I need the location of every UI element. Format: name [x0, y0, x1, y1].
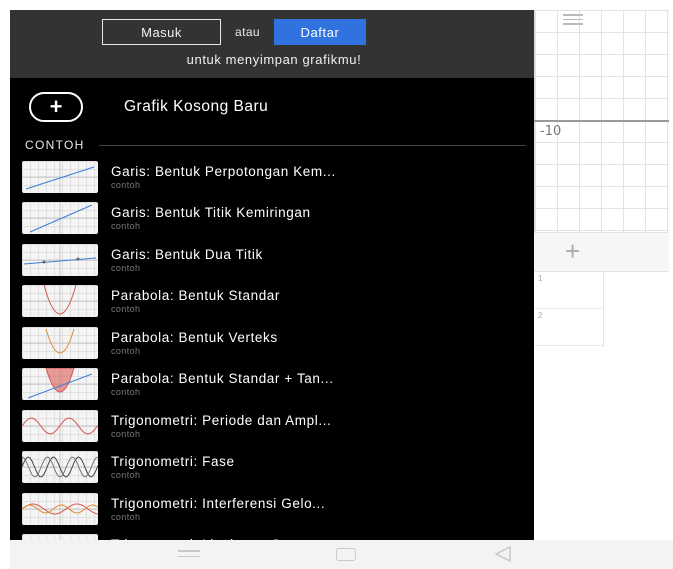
example-thumbnail [22, 368, 98, 401]
auth-row: Masuk atau Daftar [10, 19, 534, 45]
example-subtitle: contoh [111, 345, 141, 356]
add-expression-icon[interactable]: + [565, 236, 580, 266]
section-divider [98, 144, 526, 146]
example-text: Trigonometri: Fase contoh [111, 454, 235, 480]
example-item[interactable]: Parabola: Bentuk Verteks contoh [10, 322, 534, 364]
example-thumbnail [22, 326, 98, 359]
example-title: Garis: Bentuk Titik Kemiringan [111, 205, 311, 221]
home-icon[interactable] [336, 548, 356, 561]
new-blank-graph-item[interactable]: + Grafik Kosong Baru [10, 78, 534, 136]
example-subtitle: contoh [111, 179, 141, 190]
example-text: Trigonometri: Periode dan Ampl... contoh [111, 413, 331, 439]
example-thumbnail [22, 202, 98, 235]
examples-section-header: CONTOH [10, 136, 534, 154]
example-title: Parabola: Bentuk Verteks [111, 329, 278, 345]
example-subtitle: contoh [111, 304, 141, 315]
save-message: untuk menyimpan grafikmu! [186, 52, 362, 67]
example-item[interactable]: Parabola: Bentuk Standar + Tan... contoh [10, 364, 534, 406]
recent-apps-icon[interactable] [178, 550, 200, 561]
example-text: Garis: Bentuk Perpotongan Kem... contoh [111, 164, 336, 190]
example-text: Trigonometri: Interferensi Gelo... contoh [111, 496, 325, 522]
example-title: Trigonometri: Interferensi Gelo... [111, 495, 326, 511]
example-text: Garis: Bentuk Titik Kemiringan contoh [111, 205, 311, 231]
expression-row[interactable]: 2 [534, 309, 603, 346]
signup-button[interactable]: Daftar [273, 19, 366, 45]
example-item[interactable]: Trigonometri: Periode dan Ampl... contoh [10, 405, 534, 447]
example-title: Parabola: Bentuk Standar [111, 288, 281, 304]
example-thumbnail [22, 409, 98, 442]
example-thumbnail [22, 160, 98, 193]
example-item[interactable]: Parabola: Bentuk Standar contoh [10, 281, 534, 323]
login-button[interactable]: Masuk [102, 19, 222, 45]
example-title: Trigonometri: Fase [111, 454, 235, 470]
example-item[interactable]: Trigonometri: Fase contoh [10, 447, 534, 489]
example-item[interactable]: Garis: Bentuk Perpotongan Kem... contoh [10, 156, 534, 198]
section-label: CONTOH [25, 138, 85, 152]
example-text: Parabola: Bentuk Standar contoh [111, 288, 280, 314]
or-label: atau [235, 25, 260, 39]
example-subtitle: contoh [111, 221, 141, 232]
hamburger-icon[interactable] [563, 14, 583, 26]
example-subtitle: contoh [111, 387, 141, 398]
example-title: Garis: Bentuk Perpotongan Kem... [111, 163, 336, 179]
example-title: Garis: Bentuk Dua Titik [111, 246, 263, 262]
example-item[interactable]: Trigonometri: Lingkaran Satuancontoh [10, 530, 534, 540]
examples-list: Garis: Bentuk Perpotongan Kem... contoh Ga… [10, 154, 534, 540]
expression-row[interactable]: 1 [534, 272, 603, 309]
example-thumbnail [22, 243, 98, 276]
example-subtitle: contoh [111, 470, 141, 481]
example-thumbnail [22, 492, 98, 525]
x-axis [534, 120, 669, 122]
example-subtitle: contoh [111, 262, 141, 273]
example-text: Garis: Bentuk Dua Titik contoh [111, 247, 263, 273]
example-text: Parabola: Bentuk Standar + Tan... contoh [111, 371, 334, 397]
back-icon[interactable] [494, 546, 512, 562]
expression-list: 1 2 [534, 272, 604, 347]
example-subtitle: contoh [111, 428, 141, 439]
drawer-header: Masuk atau Daftar untuk menyimpan grafik… [10, 10, 534, 78]
example-thumbnail [22, 285, 98, 318]
system-nav-bar [10, 540, 673, 569]
example-title: Parabola: Bentuk Standar + Tan... [111, 371, 334, 387]
axis-tick-label: -10 [540, 124, 562, 139]
example-title: Trigonometri: Periode dan Ampl... [111, 412, 332, 428]
example-text: Parabola: Bentuk Verteks contoh [111, 330, 278, 356]
example-thumbnail [22, 451, 98, 484]
new-graph-label: Grafik Kosong Baru [124, 98, 269, 115]
example-item[interactable]: Garis: Bentuk Dua Titik contoh [10, 239, 534, 281]
expression-toolbar [534, 232, 669, 272]
example-item[interactable]: Trigonometri: Interferensi Gelo... contoh [10, 488, 534, 530]
plus-icon: + [29, 92, 83, 122]
navigation-drawer: Masuk atau Daftar untuk menyimpan grafik… [10, 10, 534, 540]
example-item[interactable]: Garis: Bentuk Titik Kemiringan contoh [10, 198, 534, 240]
example-subtitle: contoh [111, 511, 141, 522]
